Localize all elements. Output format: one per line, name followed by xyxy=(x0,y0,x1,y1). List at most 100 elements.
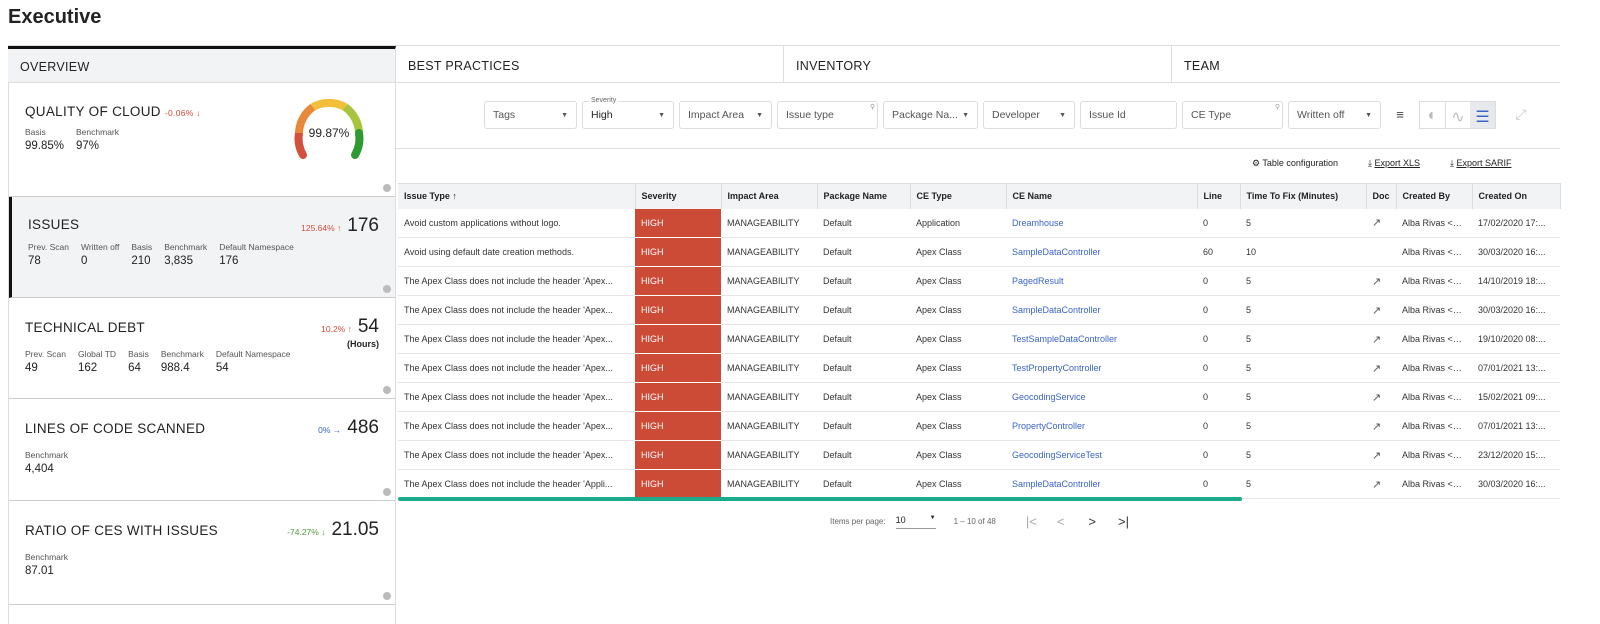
pie-chart-icon[interactable]: ◐ xyxy=(1420,102,1445,128)
items-per-page-select[interactable]: 10 ▼ xyxy=(895,515,936,529)
table-cell: HIGH xyxy=(635,469,721,499)
table-cell: HIGH xyxy=(635,440,721,470)
export-sarif-button[interactable]: ⤓ Export SARIF xyxy=(1450,158,1512,169)
ce-name-link[interactable]: PagedResult xyxy=(1006,266,1197,296)
external-link-icon[interactable]: ↗ xyxy=(1372,305,1381,317)
card-issues[interactable]: ISSUES 125.64% ↑ 176 Prev. Scan 78 Written … xyxy=(9,197,395,298)
ce-name-link[interactable]: TestPropertyController xyxy=(1006,353,1197,383)
external-link-icon[interactable]: ↗ xyxy=(1372,450,1381,462)
card-quality-of-cloud[interactable]: QUALITY OF CLOUD -0.06% ↓ Basis 99.85% Ben… xyxy=(9,83,395,197)
external-link-icon[interactable]: ↗ xyxy=(1372,276,1381,288)
table-cell: Default xyxy=(817,469,910,499)
horizontal-scrollbar[interactable] xyxy=(398,497,1242,501)
table-row[interactable]: The Apex Class does not include the head… xyxy=(398,353,1560,383)
next-page-icon[interactable]: > xyxy=(1088,514,1096,529)
external-link-icon[interactable]: ↗ xyxy=(1372,217,1381,229)
external-link-icon[interactable]: ↗ xyxy=(1372,421,1381,433)
column-header[interactable]: Severity xyxy=(635,183,722,209)
info-icon[interactable] xyxy=(383,386,391,394)
doc-cell: ↗ xyxy=(1366,208,1396,238)
table-row[interactable]: The Apex Class does not include the head… xyxy=(398,440,1560,470)
ce-name-link[interactable]: Dreamhouse xyxy=(1006,208,1197,238)
table-row[interactable]: The Apex Class does not include the head… xyxy=(398,295,1560,325)
ce-name-link[interactable]: PropertyController xyxy=(1006,411,1197,441)
column-header[interactable]: Created By xyxy=(1396,183,1473,209)
stat: Prev. Scan 78 xyxy=(28,242,69,267)
table-cell: 0 xyxy=(1197,469,1240,499)
table-cell: Alba Rivas <ariv... xyxy=(1396,440,1472,470)
column-header[interactable]: Impact Area xyxy=(721,183,818,209)
info-icon[interactable] xyxy=(383,285,391,293)
table-row[interactable]: The Apex Class does not include the head… xyxy=(398,469,1560,499)
column-header[interactable]: CE Type xyxy=(910,183,1007,209)
ce-name-link[interactable]: TestSampleDataController xyxy=(1006,324,1197,354)
issue-id-input[interactable]: Issue Id xyxy=(1080,101,1177,129)
info-icon[interactable] xyxy=(383,488,391,496)
prev-page-icon[interactable]: < xyxy=(1057,514,1065,529)
external-link-icon[interactable]: ↗ xyxy=(1372,392,1381,404)
developer-select[interactable]: Developer ▼ xyxy=(983,101,1075,129)
table-configuration-button[interactable]: ⚙ Table configuration xyxy=(1252,158,1338,169)
first-page-icon[interactable]: |< xyxy=(1026,514,1037,529)
table-row[interactable]: The Apex Class does not include the head… xyxy=(398,266,1560,296)
delta: 10.2% ↑ xyxy=(321,324,352,334)
tab-team[interactable]: TEAM xyxy=(1172,46,1560,82)
issue-type-input[interactable]: Issue type ⚲ xyxy=(777,101,878,129)
ce-name-link[interactable]: SampleDataController xyxy=(1006,295,1197,325)
card-technical-debt[interactable]: TECHNICAL DEBT 10.2% ↑ 54 (Hours) Prev. S… xyxy=(9,298,395,399)
table-cell: 0 xyxy=(1197,411,1240,441)
ce-name-link[interactable]: GeocodingServiceTest xyxy=(1006,440,1197,470)
stat-label: Prev. Scan xyxy=(25,349,66,359)
list-view-icon[interactable]: ☰ xyxy=(1470,102,1495,128)
table-row[interactable]: Avoid using default date creation method… xyxy=(398,237,1560,267)
column-header[interactable]: Time To Fix (Minutes) xyxy=(1240,183,1367,209)
table-cell: MANAGEABILITY xyxy=(721,324,817,354)
table-cell: MANAGEABILITY xyxy=(721,440,817,470)
column-header[interactable]: Issue Type ↑ xyxy=(398,183,636,209)
info-icon[interactable] xyxy=(383,184,391,192)
column-header[interactable]: Package Name xyxy=(817,183,911,209)
column-header[interactable]: Line xyxy=(1197,183,1241,209)
ce-name-link[interactable]: GeocodingService xyxy=(1006,382,1197,412)
clear-filters-icon[interactable]: ≡ xyxy=(1386,101,1414,129)
external-link-icon[interactable]: ↗ xyxy=(1372,479,1381,491)
table-row[interactable]: Avoid custom applications without logo. H… xyxy=(398,208,1560,238)
external-link-icon[interactable]: ↗ xyxy=(1372,363,1381,375)
ce-name-link[interactable]: SampleDataController xyxy=(1006,469,1197,499)
tags-select[interactable]: Tags ▼ xyxy=(484,101,577,129)
last-page-icon[interactable]: >| xyxy=(1118,514,1129,529)
table-cell: Alba Rivas <alb... xyxy=(1396,295,1472,325)
package-name-select[interactable]: Package Na... ▼ xyxy=(883,101,978,129)
table-row[interactable]: The Apex Class does not include the head… xyxy=(398,411,1560,441)
written-off-select[interactable]: Written off ▼ xyxy=(1288,101,1381,129)
export-xls-button[interactable]: ⤓ Export XLS xyxy=(1368,158,1420,169)
table-cell: 14/10/2019 18:... xyxy=(1472,266,1560,296)
tab-inventory[interactable]: INVENTORY xyxy=(784,46,1172,82)
severity-select[interactable]: Severity High ▼ xyxy=(582,97,674,129)
table-row[interactable]: The Apex Class does not include the head… xyxy=(398,382,1560,412)
impact-area-select[interactable]: Impact Area ▼ xyxy=(679,101,772,129)
ce-name-link[interactable]: SampleDataController xyxy=(1006,237,1197,267)
table-row[interactable]: The Apex Class does not include the head… xyxy=(398,324,1560,354)
table-cell: Avoid using default date creation method… xyxy=(398,237,635,267)
tab-overview[interactable]: OVERVIEW xyxy=(8,46,396,82)
table-cell: Default xyxy=(817,411,910,441)
stat-label: Benchmark xyxy=(25,450,68,460)
doc-cell: ↗ xyxy=(1366,266,1396,296)
card-ratio-ces[interactable]: RATIO OF CES WITH ISSUES -74.27% ↓ 21.05 … xyxy=(9,501,395,605)
stat-label: Prev. Scan xyxy=(28,242,69,252)
line-chart-icon[interactable]: ∿ xyxy=(1445,102,1470,128)
tab-best-practices[interactable]: BEST PRACTICES xyxy=(396,46,784,82)
paginator: Items per page: 10 ▼ 1 – 10 of 48 |< < > … xyxy=(830,514,1129,529)
info-icon[interactable] xyxy=(383,592,391,600)
table-cell: 0 xyxy=(1197,208,1240,238)
column-header[interactable]: Created On xyxy=(1472,183,1561,209)
external-link-icon[interactable]: ↗ xyxy=(1372,334,1381,346)
card-lines-of-code[interactable]: LINES OF CODE SCANNED 0% → 486 Benchmark 4… xyxy=(9,399,395,501)
ce-type-input[interactable]: CE Type ⚲ xyxy=(1182,101,1283,129)
column-header[interactable]: CE Name xyxy=(1006,183,1198,209)
stat: Default Namespace 54 xyxy=(216,349,291,374)
expand-icon[interactable]: ⤢ xyxy=(1501,101,1541,129)
column-header[interactable]: Doc xyxy=(1366,183,1397,209)
stat: Basis 99.85% xyxy=(25,127,64,152)
